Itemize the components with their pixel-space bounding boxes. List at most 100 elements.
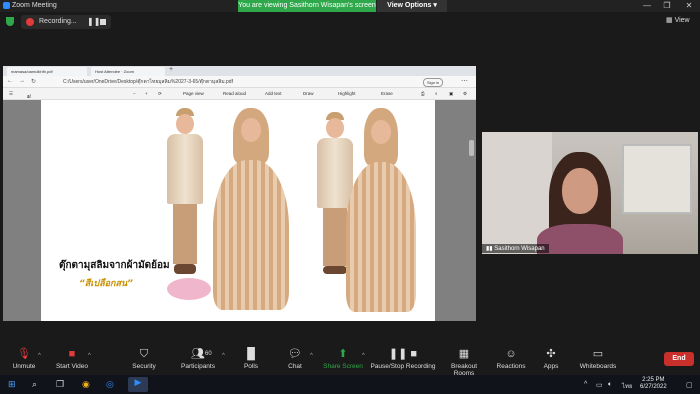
clock-date: 6/27/2022 [640,384,667,390]
doll-illustration [211,108,291,318]
recording-indicator: Recording... ❚❚ [21,15,111,29]
signin-button[interactable]: Sign in [423,78,444,87]
participant-name-label: ▮▮ Sasithorn Wisapan [482,244,549,253]
participant-name: Sasithorn Wisapan [494,246,545,252]
erase-button[interactable]: Erase [381,91,393,96]
security-shield-icon[interactable] [6,17,14,26]
share-screen-label: Share Screen [323,363,363,370]
reactions-button[interactable]: ☺ Reactions [494,349,528,371]
polls-button[interactable]: ▐▌ Polls [238,348,264,371]
chat-button[interactable]: 💬︎ Chat [282,348,308,371]
forward-icon[interactable]: → [19,78,25,84]
zoom-taskbar-icon[interactable]: ▶ [128,377,148,392]
whiteboards-button[interactable]: ▭ Whiteboards [576,349,620,371]
apps-button[interactable]: ✣ Apps [538,348,564,371]
save-icon[interactable]: ▣ [449,91,453,97]
share-screen-icon: ⬆ [338,348,348,360]
zoom-out-icon[interactable]: − [133,91,136,96]
task-view-icon[interactable]: ❐ [56,379,64,390]
address-bar: ← → ↻ C:/Users/user/OneDrive/Desktop/ตุ๊… [3,76,476,88]
restore-icon[interactable]: ❐ [660,1,674,11]
video-off-icon: ■ [68,348,76,360]
start-video-button[interactable]: ■ Start Video [52,348,92,371]
clock-time: 2:25 PM [642,377,665,383]
end-meeting-button[interactable]: End [664,352,694,366]
participants-options-icon[interactable]: ^ [222,353,225,359]
tab-label: mamasa/oamulkhfh.pdf [11,69,53,74]
read-aloud-button[interactable]: Read aloud [223,91,246,96]
stop-recording-icon[interactable] [100,19,106,25]
print-icon[interactable]: ⎙ [421,91,425,96]
unmute-label: Unmute [12,363,36,370]
pdf-toolbar: ☰ 1 of 8 − + ⟳ Page view Read aloud Add … [3,88,476,104]
volume-icon[interactable]: 🔈︎ [608,381,612,389]
os-taskbar: ⊞ ⌕ ❐ ◉ ◎ ▶ ^ ▭ 🔈︎ ไทย ▢ [0,375,700,394]
participant-video[interactable]: ▮▮ Sasithorn Wisapan [482,132,698,254]
tab-label: Host Attendee · Zoom [95,69,134,74]
more-icon[interactable]: ⋯ [461,77,468,85]
chat-options-icon[interactable]: ^ [310,353,313,359]
minimize-icon[interactable]: — [640,1,654,11]
signal-icon: ▮▮ [486,246,493,252]
apps-icon: ✣ [546,348,556,360]
start-video-label: Start Video [55,363,89,370]
add-text-button[interactable]: Add text [265,91,282,96]
language-indicator[interactable]: ไทย [622,381,633,391]
settings-icon[interactable]: ⚙ [463,91,467,97]
breakout-rooms-button[interactable]: ▦ Breakout Rooms [440,349,488,378]
recording-label: Recording... [39,18,77,25]
view-label: View [674,17,690,24]
view-options-label: View Options [387,2,432,9]
close-icon[interactable]: ✕ [682,1,696,11]
notifications-icon[interactable]: ▢ [686,381,693,389]
audio-options-icon[interactable]: ^ [38,353,41,359]
zoom-in-icon[interactable]: + [145,91,148,96]
contents-icon[interactable]: ☰ [9,91,13,97]
share-screen-button[interactable]: ⬆ Share Screen [322,348,364,371]
chat-icon: 💬︎ [288,348,302,360]
viewing-banner: You are viewing Sasithorn Wisapan's scre… [238,0,376,12]
security-icon: ⛉ [139,348,149,360]
pause-stop-recording-button[interactable]: ❚❚ ■ Pause/Stop Recording [370,349,436,371]
view-button[interactable]: ▦ View [666,16,690,24]
rotate-icon[interactable]: ⟳ [158,91,162,97]
search-icon[interactable]: ⌕ [32,379,37,390]
video-options-icon[interactable]: ^ [88,353,91,359]
browser-tab[interactable]: mamasa/oamulkhfh.pdf [7,67,87,76]
participant-face [562,168,598,214]
page-view-button[interactable]: Page view [183,91,204,96]
url-field[interactable]: C:/Users/user/OneDrive/Desktop/ตุ๊กตาไทย… [63,78,233,86]
doll-illustration [346,108,418,318]
highlight-button[interactable]: Highlight [338,91,356,96]
pdf-viewport: ตุ๊กตามุสลิมจากผ้ามัดย้อม “สีเปลือกสน” [3,100,476,321]
taskbar-clock[interactable]: 2:25 PM 6/27/2022 [640,377,667,391]
pdf-scrollbar[interactable] [469,140,474,156]
pause-recording-icon[interactable]: ❚❚ [87,17,100,26]
document-title: ตุ๊กตามุสลิมจากผ้ามัดย้อม [59,260,170,271]
record-dot-icon [26,18,34,26]
share-options-icon[interactable]: ^ [362,353,365,359]
new-tab-icon[interactable]: + [169,66,173,73]
network-icon[interactable]: ▭ [596,381,603,389]
chrome-icon[interactable]: ◉ [82,379,90,390]
zoom-logo-icon [3,2,10,9]
browser-tabs: mamasa/oamulkhfh.pdf Host Attendee · Zoo… [3,66,476,76]
edge-icon[interactable]: ◎ [106,379,114,390]
draw-button[interactable]: Draw [303,91,314,96]
polls-icon: ▐▌ [243,348,259,360]
window-title: Zoom Meeting [12,2,57,9]
participants-count: 60 [205,351,212,357]
security-button[interactable]: ⛉ Security [128,348,160,371]
polls-label: Polls [243,363,259,370]
start-icon[interactable]: ⊞ [8,379,16,390]
view-options-button[interactable]: View Options ▾ [377,0,447,12]
browser-tab[interactable]: Host Attendee · Zoom [91,67,165,76]
chat-label: Chat [288,363,302,370]
unmute-button[interactable]: 🎙︎ Unmute [8,349,40,371]
tray-chevron-icon[interactable]: ^ [584,381,587,388]
back-icon[interactable]: ← [7,78,13,84]
document-subtitle: “สีเปลือกสน” [79,279,133,289]
refresh-icon[interactable]: ↻ [31,78,36,85]
apps-label: Apps [543,363,559,370]
search-icon[interactable]: ⌕ [435,91,438,96]
